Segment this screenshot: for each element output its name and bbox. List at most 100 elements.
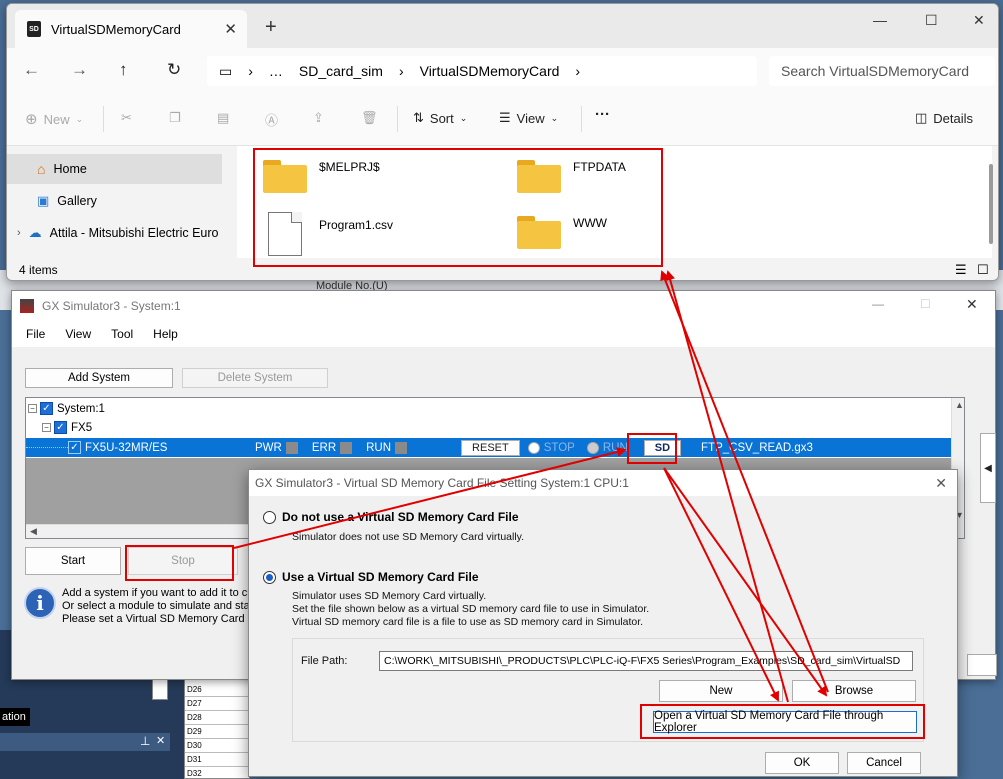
window-title: GX Simulator3 - System:1 (42, 299, 181, 313)
forward-arrow-icon[interactable]: → (71, 60, 88, 80)
menu-bar: File View Tool Help (12, 321, 995, 347)
tree-item-module[interactable]: ✓ FX5U-32MR/ES PWR ERR RUN RESET STOP RU… (26, 438, 951, 457)
maximize-button[interactable]: ☐ (925, 12, 938, 29)
plus-circle-icon: ⊕ (25, 111, 38, 128)
collapse-icon[interactable]: − (42, 423, 51, 432)
delete-system-button[interactable]: Delete System (182, 368, 328, 388)
cancel-button[interactable]: Cancel (847, 752, 921, 774)
divider (397, 106, 398, 132)
close-button[interactable]: ✕ (966, 296, 978, 313)
dialog-title: GX Simulator3 - Virtual SD Memory Card F… (249, 470, 957, 496)
option-description: Simulator uses SD Memory Card virtually. (292, 590, 487, 602)
background-panel-header: ⊥ ✕ (0, 733, 170, 751)
breadcrumb-item[interactable]: SD_card_sim (299, 63, 383, 79)
new-button[interactable]: ⊕ New ⌄ (25, 110, 83, 128)
tiles-view-icon[interactable]: ☐ (977, 258, 989, 280)
collapse-icon[interactable]: − (28, 404, 37, 413)
paste-icon[interactable]: ▤ (217, 110, 229, 126)
back-arrow-icon[interactable]: ← (23, 60, 40, 80)
breadcrumb-item[interactable]: VirtualSDMemoryCard (420, 63, 560, 79)
details-button[interactable]: ◫ Details (915, 110, 973, 126)
close-icon[interactable]: ✕ (935, 475, 947, 492)
table-row: D26 (185, 683, 249, 697)
start-button[interactable]: Start (25, 547, 121, 575)
use-virtual-sd-option[interactable]: Use a Virtual SD Memory Card File (263, 570, 479, 584)
more-options-icon[interactable]: ··· (595, 106, 610, 123)
nav-item-home[interactable]: ⌂ Home (7, 154, 222, 184)
err-led (340, 441, 353, 454)
menu-help[interactable]: Help (153, 327, 178, 341)
file-path-field[interactable]: C:\WORK\_MITSUBISHI\_PRODUCTS\PLC\PLC-iQ… (379, 651, 913, 671)
delete-icon[interactable]: 🗑 (361, 110, 378, 126)
radio-button-selected[interactable] (263, 570, 276, 584)
chevron-down-icon: ⌄ (459, 112, 468, 123)
checkbox[interactable]: ✓ (68, 441, 81, 454)
side-panel-toggle[interactable]: ◀ (980, 433, 996, 503)
highlight-file-list (253, 148, 663, 267)
home-icon: ⌂ (37, 161, 46, 177)
tab-close-icon[interactable]: ✕ (224, 20, 237, 38)
no-virtual-sd-option[interactable]: Do not use a Virtual SD Memory Card File (263, 510, 519, 524)
pin-icon[interactable]: ⊥ (140, 734, 150, 748)
cloud-icon: ☁ (28, 225, 42, 240)
highlight-open-explorer-button (640, 704, 925, 739)
share-icon[interactable]: ⇪ (313, 110, 324, 126)
chevron-down-icon: ⌄ (75, 113, 84, 124)
new-button[interactable]: New (659, 680, 783, 702)
scroll-left-icon[interactable]: ◀ (30, 526, 37, 537)
info-text: Add a system if you want to add it to cu… (62, 587, 258, 599)
add-system-button[interactable]: Add System (25, 368, 173, 388)
sort-button[interactable]: ⇅ Sort ⌄ (413, 110, 467, 126)
nav-item-gallery[interactable]: ▣ Gallery (7, 186, 222, 216)
details-view-icon[interactable]: ☰ (955, 258, 967, 280)
browse-button[interactable]: Browse (792, 680, 916, 702)
cut-icon[interactable]: ✂ (121, 110, 132, 126)
up-arrow-icon[interactable]: ↑ (119, 60, 128, 80)
reset-button[interactable]: RESET (461, 439, 520, 456)
address-bar[interactable]: ▭ › … SD_card_sim › VirtualSDMemoryCard … (207, 56, 757, 86)
radio-button[interactable] (263, 510, 276, 524)
search-input[interactable]: Search VirtualSDMemoryCard (769, 56, 995, 86)
menu-file[interactable]: File (26, 327, 45, 341)
menu-tool[interactable]: Tool (111, 327, 133, 341)
nav-item-label: Attila - Mitsubishi Electric Euro (49, 226, 219, 240)
sd-card-icon: SD (27, 21, 41, 37)
tree-item-system[interactable]: − ✓ System:1 (28, 399, 105, 418)
device-table: D26 D27 D28 D29 D30 D31 D32 (184, 676, 250, 779)
minimize-button[interactable]: — (872, 297, 884, 311)
breadcrumb-overflow[interactable]: … (269, 63, 283, 79)
new-tab-button[interactable]: + (265, 16, 277, 39)
scroll-up-icon[interactable]: ▲ (955, 400, 964, 410)
highlight-sd-button (627, 433, 677, 464)
minimize-button[interactable]: — (873, 12, 887, 28)
divider (103, 106, 104, 132)
highlight-stop-button (125, 545, 234, 581)
checkbox[interactable]: ✓ (40, 402, 53, 415)
option-label: Use a Virtual SD Memory Card File (282, 570, 479, 584)
maximize-button[interactable]: ☐ (920, 297, 931, 311)
view-list-icon: ☰ (499, 110, 511, 125)
ok-button[interactable]: OK (765, 752, 839, 774)
tab-virtualsdmemorycard[interactable]: SD VirtualSDMemoryCard ✕ (15, 10, 247, 48)
menu-view[interactable]: View (65, 327, 91, 341)
nav-item-onedrive[interactable]: › ☁ Attila - Mitsubishi Electric Euro (7, 218, 222, 248)
close-button[interactable]: ✕ (973, 12, 985, 29)
checkbox[interactable]: ✓ (54, 421, 67, 434)
table-row: D32 (185, 767, 249, 779)
nav-item-label: Gallery (57, 194, 97, 208)
copy-icon[interactable]: ❐ (169, 110, 181, 126)
rename-icon[interactable]: Ⓐ (265, 110, 278, 129)
run-radio[interactable] (586, 441, 599, 454)
refresh-icon[interactable]: ↻ (167, 60, 181, 80)
tree-item-fx5[interactable]: − ✓ FX5 (42, 418, 92, 437)
view-button[interactable]: ☰ View ⌄ (499, 110, 558, 126)
chevron-right-icon[interactable]: › (575, 63, 580, 79)
chevron-right-icon[interactable]: › (17, 227, 21, 239)
pwr-label: PWR (255, 441, 282, 454)
run-led (395, 441, 408, 454)
view-label: View (516, 110, 545, 126)
chevron-down-icon: ⌄ (550, 112, 559, 123)
scrollbar[interactable] (989, 164, 993, 244)
close-icon[interactable]: ✕ (156, 734, 165, 747)
stop-radio[interactable] (527, 441, 540, 454)
